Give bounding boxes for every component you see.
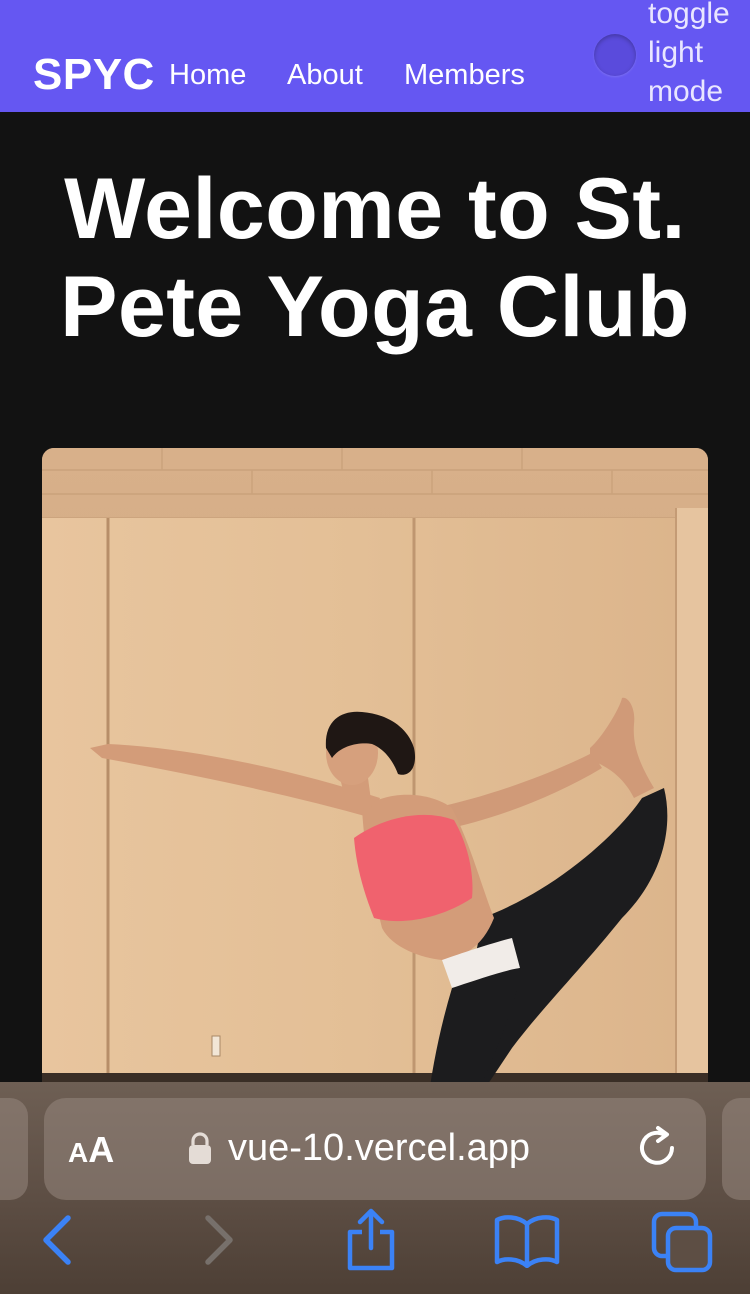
reload-icon[interactable] (636, 1124, 680, 1170)
top-navbar: SPYC Home About Members toggle light mod… (0, 0, 750, 112)
theme-toggle-switch[interactable] (594, 34, 636, 76)
nav-link-members[interactable]: Members (404, 56, 525, 94)
yoga-photo (42, 448, 708, 1108)
page: SPYC Home About Members toggle light mod… (0, 0, 750, 1294)
forward-icon[interactable] (198, 1212, 238, 1268)
nav-link-about[interactable]: About (287, 56, 363, 94)
tabs-icon[interactable] (650, 1210, 714, 1274)
browser-bottom-bar: AA vue-10.vercel.app (0, 1082, 750, 1294)
previous-tab-preview[interactable] (0, 1098, 28, 1200)
next-tab-preview[interactable] (722, 1098, 750, 1200)
yoga-pose-illustration (42, 448, 708, 1108)
share-icon[interactable] (342, 1208, 400, 1272)
back-icon[interactable] (38, 1212, 78, 1268)
address-bar[interactable]: AA vue-10.vercel.app (44, 1098, 706, 1200)
nav-link-home[interactable]: Home (169, 56, 246, 94)
page-title: Welcome to St. Pete Yoga Club (60, 161, 690, 355)
theme-toggle-label[interactable]: toggle light mode (648, 0, 748, 111)
url-text[interactable]: vue-10.vercel.app (228, 1126, 530, 1170)
reader-settings-button[interactable]: AA (68, 1130, 114, 1173)
brand-logo[interactable]: SPYC (33, 50, 155, 100)
lock-icon (189, 1132, 211, 1164)
bookmarks-icon[interactable] (494, 1212, 560, 1268)
aa-large-label: A (88, 1129, 115, 1170)
aa-small-label: A (68, 1137, 89, 1168)
